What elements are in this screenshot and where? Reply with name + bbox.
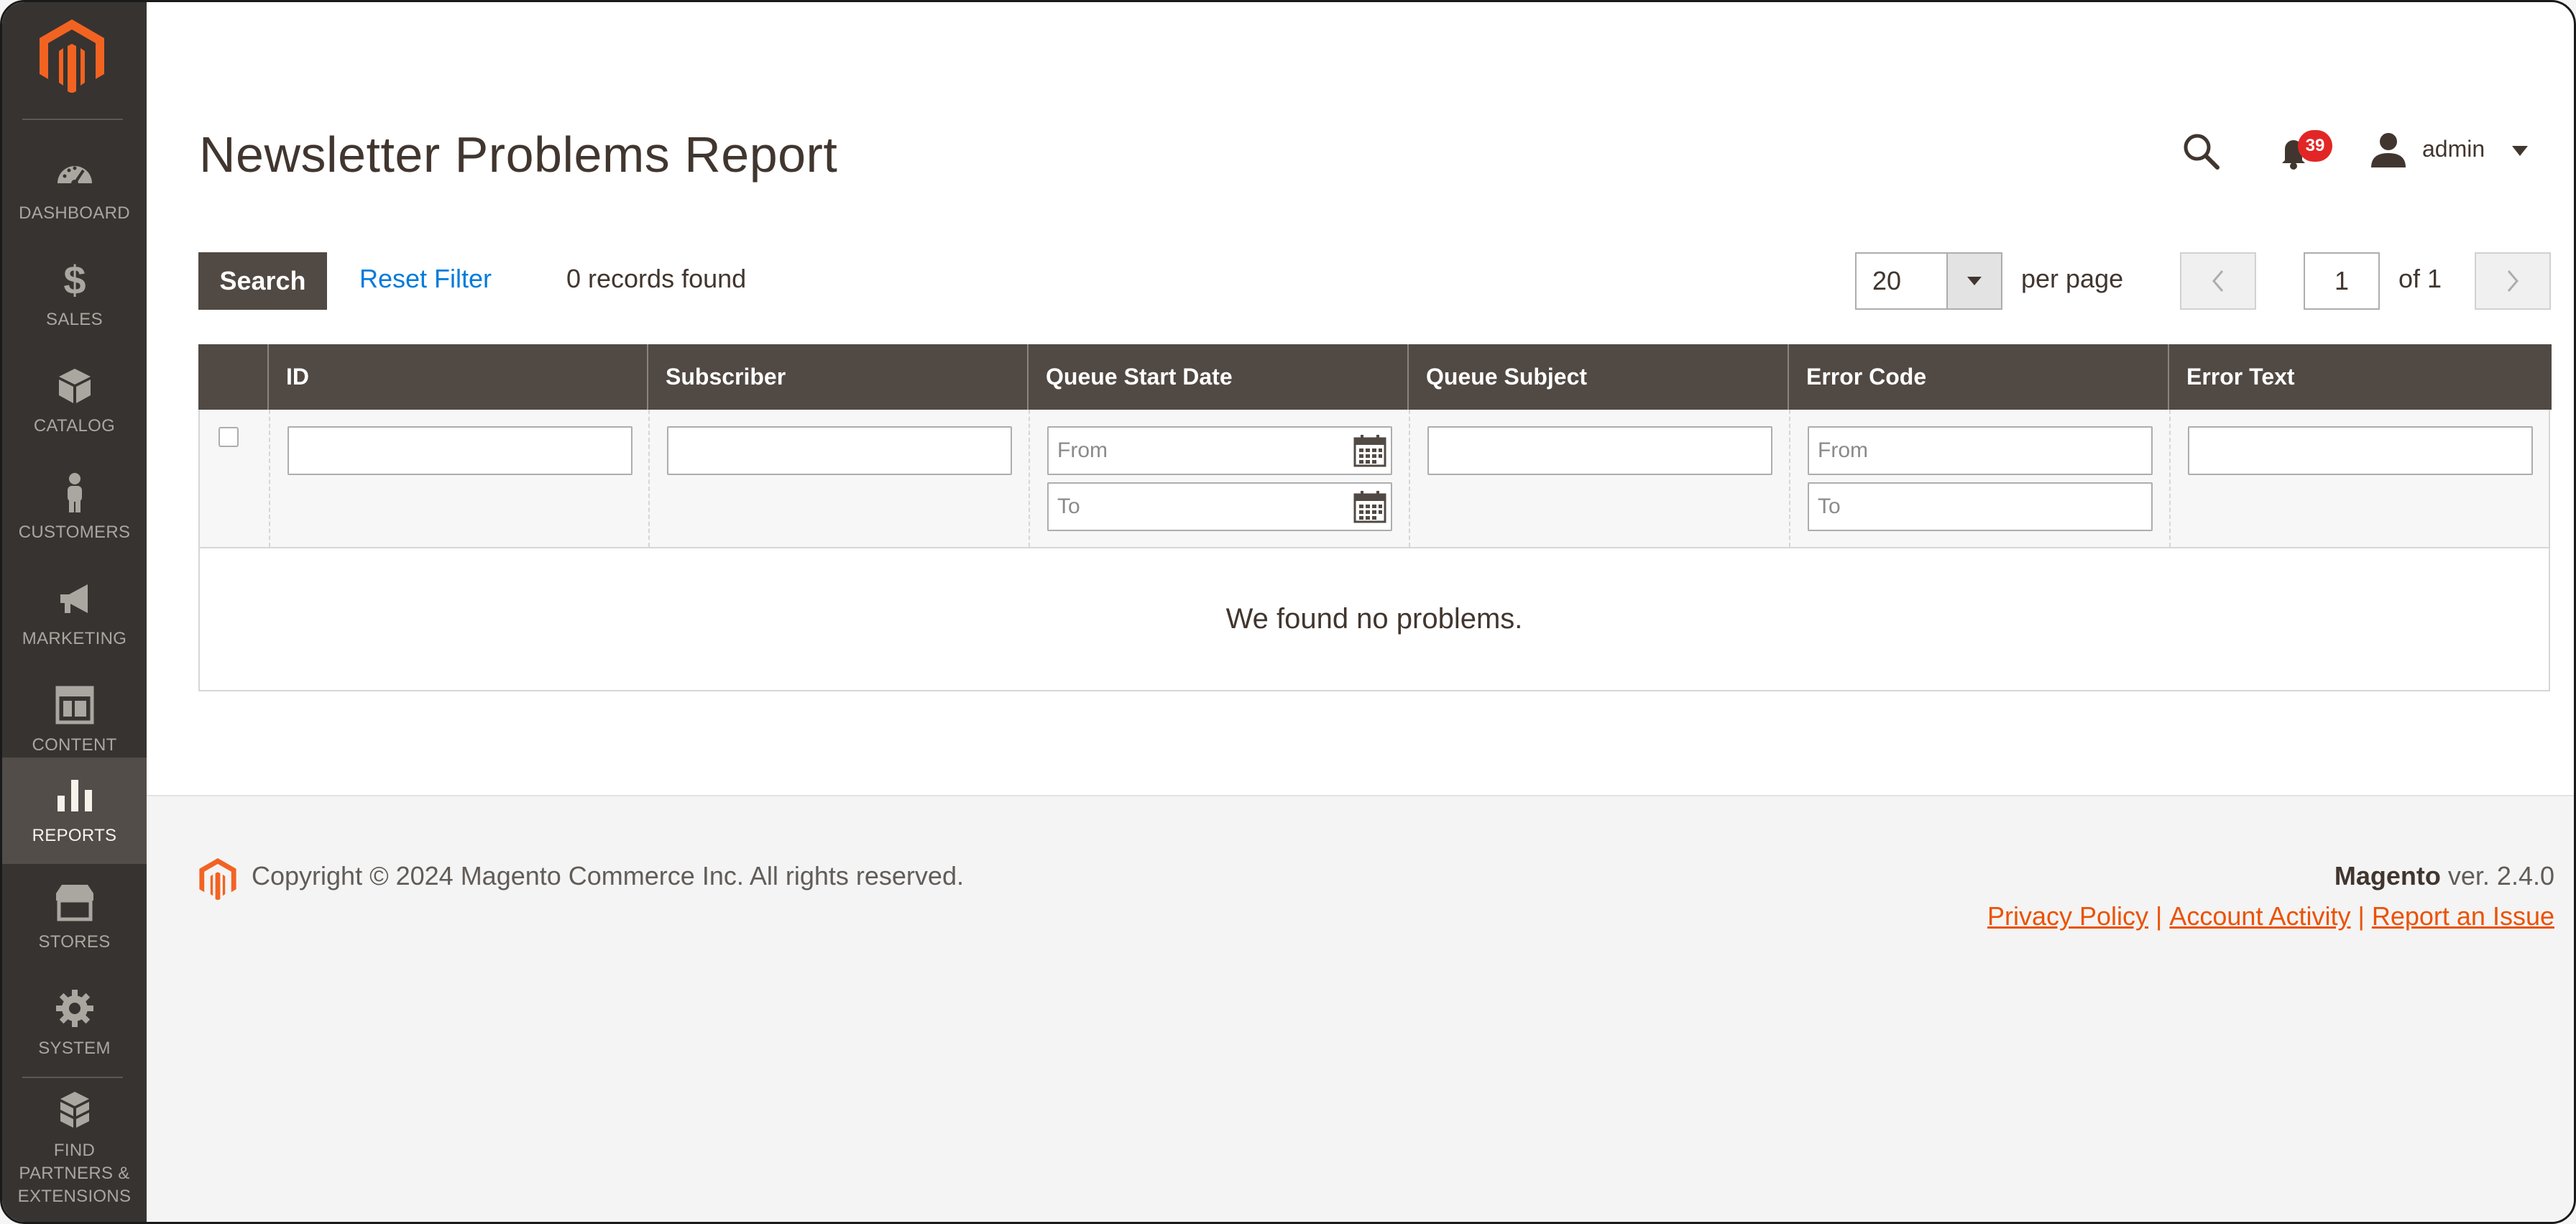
sidebar-item-label: CATALOG bbox=[33, 416, 116, 436]
filter-cell-subscriber bbox=[650, 410, 1030, 547]
per-page-select[interactable]: 20 bbox=[1855, 252, 2002, 310]
sidebar-item-find-partners[interactable]: FIND PARTNERS & EXTENSIONS bbox=[2, 1084, 147, 1213]
calendar-icon[interactable] bbox=[1353, 490, 1386, 523]
per-page-value: 20 bbox=[1872, 266, 1902, 295]
queue-start-date-to-input[interactable] bbox=[1047, 482, 1392, 531]
version-info: Magento ver. 2.4.0 bbox=[2334, 861, 2554, 891]
sidebar-item-reports[interactable]: REPORTS bbox=[2, 758, 147, 864]
filter-cell-error-code bbox=[1790, 410, 2171, 547]
sidebar-item-label: CUSTOMERS bbox=[18, 523, 131, 542]
page-total: of 1 bbox=[2398, 264, 2442, 293]
gear-icon bbox=[55, 990, 93, 1027]
search-icon[interactable] bbox=[2180, 130, 2223, 173]
column-header-queue-start-date[interactable]: Queue Start Date bbox=[1029, 344, 1409, 410]
chevron-down-icon bbox=[1967, 277, 1982, 285]
id-filter-input[interactable] bbox=[288, 426, 632, 475]
account-activity-link[interactable]: Account Activity bbox=[2169, 901, 2350, 931]
user-icon[interactable] bbox=[2368, 132, 2409, 167]
current-page-input[interactable] bbox=[2304, 252, 2380, 310]
person-icon bbox=[67, 473, 82, 512]
link-separator: | bbox=[2358, 901, 2365, 931]
chevron-left-icon bbox=[2212, 270, 2224, 292]
sidebar-item-dashboard[interactable]: DASHBOARD bbox=[2, 135, 147, 241]
sidebar-divider bbox=[22, 119, 123, 120]
filter-cell-queue-subject bbox=[1410, 410, 1790, 547]
page-footer: Copyright © 2024 Magento Commerce Inc. A… bbox=[147, 795, 2574, 1222]
bar-chart-icon bbox=[57, 780, 92, 811]
sidebar-item-label: STORES bbox=[38, 932, 111, 952]
grid-filter-row bbox=[200, 410, 2549, 548]
sidebar-item-label: MARKETING bbox=[22, 629, 127, 648]
storefront-icon bbox=[55, 885, 93, 921]
user-account-name[interactable]: admin bbox=[2422, 136, 2485, 162]
problems-grid: ID Subscriber Queue Start Date Queue Sub… bbox=[198, 344, 2552, 691]
footer-links: Privacy Policy | Account Activity | Report a… bbox=[1987, 901, 2554, 931]
column-header-select bbox=[198, 344, 269, 410]
empty-grid-message: We found no problems. bbox=[1225, 603, 1523, 635]
megaphone-icon bbox=[60, 584, 88, 613]
filter-cell-select bbox=[200, 410, 270, 547]
sidebar-item-sales[interactable]: $ SALES bbox=[2, 241, 147, 348]
notification-count-badge[interactable]: 39 bbox=[2298, 130, 2332, 162]
records-found-count: 0 records found bbox=[566, 264, 747, 293]
mass-select-checkbox[interactable] bbox=[218, 427, 239, 447]
column-header-id[interactable]: ID bbox=[269, 344, 648, 410]
sidebar-item-catalog[interactable]: CATALOG bbox=[2, 348, 147, 454]
chevron-right-icon bbox=[2507, 270, 2518, 292]
svg-text:$: $ bbox=[63, 258, 86, 301]
sidebar-item-customers[interactable]: CUSTOMERS bbox=[2, 454, 147, 561]
report-issue-link[interactable]: Report an Issue bbox=[2372, 901, 2554, 931]
magento-logo-icon[interactable] bbox=[40, 19, 104, 93]
error-text-filter-input[interactable] bbox=[2188, 426, 2533, 475]
sidebar-item-label: DASHBOARD bbox=[19, 203, 130, 223]
subscriber-filter-input[interactable] bbox=[667, 426, 1012, 475]
admin-window: DASHBOARD $ SALES CATALOG CUSTOMERS MARK… bbox=[0, 0, 2576, 1224]
dashboard-icon bbox=[57, 166, 92, 187]
sidebar-item-label: CONTENT bbox=[32, 735, 117, 755]
per-page-label: per page bbox=[2021, 264, 2124, 293]
sidebar-item-label: FIND PARTNERS & EXTENSIONS bbox=[17, 1141, 132, 1206]
queue-start-date-from-input[interactable] bbox=[1047, 426, 1392, 475]
queue-subject-filter-input[interactable] bbox=[1427, 426, 1772, 475]
boxes-icon bbox=[60, 1092, 89, 1128]
sidebar-item-stores[interactable]: STORES bbox=[2, 864, 147, 970]
magento-logo-icon bbox=[199, 858, 236, 900]
dollar-icon: $ bbox=[63, 258, 86, 301]
brand-name: Magento bbox=[2334, 861, 2441, 891]
per-page-toggle[interactable] bbox=[1946, 254, 2001, 308]
column-header-error-text[interactable]: Error Text bbox=[2169, 344, 2552, 410]
filter-cell-error-text bbox=[2171, 410, 2549, 547]
sidebar-item-label: SYSTEM bbox=[38, 1039, 111, 1058]
sidebar-item-label: SALES bbox=[46, 310, 103, 329]
filter-cell-queue-start-date bbox=[1030, 410, 1410, 547]
column-header-error-code[interactable]: Error Code bbox=[1789, 344, 2169, 410]
search-button[interactable]: Search bbox=[198, 252, 327, 310]
version-number: ver. 2.4.0 bbox=[2440, 861, 2554, 891]
link-separator: | bbox=[2156, 901, 2163, 931]
next-page-button[interactable] bbox=[2475, 252, 2551, 310]
sidebar-divider bbox=[22, 1077, 123, 1078]
previous-page-button[interactable] bbox=[2180, 252, 2256, 310]
sidebar-item-label: REPORTS bbox=[32, 826, 117, 845]
filter-cell-id bbox=[270, 410, 650, 547]
column-header-subscriber[interactable]: Subscriber bbox=[648, 344, 1029, 410]
sidebar-item-system[interactable]: SYSTEM bbox=[2, 970, 147, 1077]
privacy-policy-link[interactable]: Privacy Policy bbox=[1987, 901, 2148, 931]
chevron-down-icon[interactable] bbox=[2512, 146, 2528, 156]
grid-header-row: ID Subscriber Queue Start Date Queue Sub… bbox=[198, 344, 2552, 410]
page-title: Newsletter Problems Report bbox=[199, 126, 838, 183]
column-header-queue-subject[interactable]: Queue Subject bbox=[1409, 344, 1789, 410]
sidebar-item-marketing[interactable]: MARKETING bbox=[2, 561, 147, 667]
copyright-text: Copyright © 2024 Magento Commerce Inc. A… bbox=[252, 861, 964, 891]
error-code-to-input[interactable] bbox=[1808, 482, 2153, 531]
calendar-icon[interactable] bbox=[1353, 434, 1386, 467]
cube-icon bbox=[58, 369, 91, 403]
layout-icon bbox=[55, 686, 93, 724]
reset-filter-link[interactable]: Reset Filter bbox=[359, 264, 492, 294]
error-code-from-input[interactable] bbox=[1808, 426, 2153, 475]
sidebar: DASHBOARD $ SALES CATALOG CUSTOMERS MARK… bbox=[2, 2, 147, 1222]
